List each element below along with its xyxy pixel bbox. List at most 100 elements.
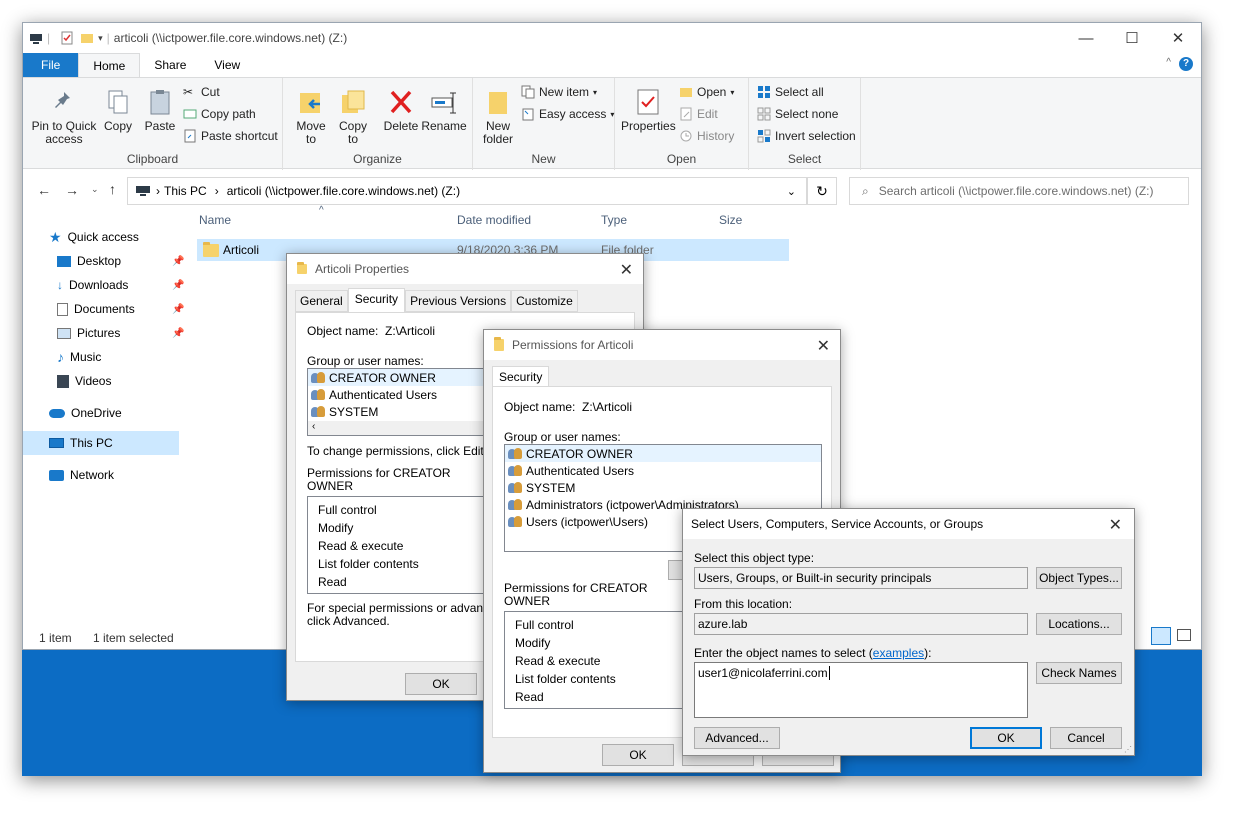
select-none-icon	[757, 107, 771, 121]
back-arrow-icon[interactable]: ←	[37, 182, 51, 198]
list-item[interactable]: CREATOR OWNER	[505, 445, 821, 462]
pin-icon[interactable]: 📌	[172, 280, 184, 291]
large-icons-view-icon[interactable]	[1177, 629, 1191, 641]
this-pc-icon	[49, 438, 64, 448]
open-group-label: Open	[666, 152, 697, 166]
copy-path-button[interactable]: Copy path	[183, 107, 256, 121]
address-box[interactable]: › This PC › articoli (\\ictpower.file.co…	[127, 177, 807, 205]
pin-quick-access-button[interactable]: Pin to Quick access	[29, 88, 99, 146]
search-input[interactable]: ⌕ Search articoli (\\ictpower.file.core.…	[849, 177, 1189, 205]
tab-home[interactable]: Home	[78, 53, 141, 77]
nav-desktop[interactable]: Desktop 📌	[57, 251, 184, 271]
move-to-button[interactable]: Move to	[291, 88, 331, 146]
nav-network[interactable]: Network	[49, 465, 114, 485]
permissions-for-label: Permissions for CREATOR OWNER	[504, 581, 648, 608]
help-icon[interactable]: ?	[1179, 57, 1193, 71]
navigation-pane: ★ Quick access Desktop 📌 ↓ Downloads 📌 Docum…	[23, 213, 184, 613]
object-name-label: Object name:	[307, 324, 379, 338]
new-folder-icon[interactable]	[80, 31, 94, 45]
paste-shortcut-button[interactable]: Paste shortcut	[183, 129, 278, 143]
close-icon[interactable]: ✕	[817, 336, 830, 356]
list-item[interactable]: SYSTEM	[308, 403, 486, 420]
nav-documents[interactable]: Documents 📌	[57, 299, 184, 319]
list-item[interactable]: Authenticated Users	[308, 386, 486, 403]
easy-access-button[interactable]: Easy access ▾	[521, 107, 614, 121]
location-field: azure.lab	[694, 613, 1028, 635]
nav-pictures[interactable]: Pictures 📌	[57, 323, 184, 343]
history-button[interactable]: History	[679, 129, 734, 143]
properties-button[interactable]: Properties	[621, 88, 676, 133]
column-name[interactable]: Name	[199, 213, 231, 227]
nav-music[interactable]: ♪ Music	[57, 347, 101, 367]
tab-file[interactable]: File	[23, 53, 79, 77]
cancel-button[interactable]: Cancel	[1050, 727, 1122, 749]
nav-downloads[interactable]: ↓ Downloads 📌	[57, 275, 184, 295]
minimize-icon[interactable]: —	[1063, 23, 1109, 53]
horizontal-scrollbar[interactable]: ‹	[308, 421, 486, 435]
pin-icon[interactable]: 📌	[172, 304, 184, 315]
rename-button[interactable]: Rename	[421, 88, 467, 133]
forward-arrow-icon[interactable]: →	[65, 182, 79, 198]
tab-general[interactable]: General	[295, 290, 348, 312]
ok-button[interactable]: OK	[970, 727, 1042, 749]
examples-link[interactable]: examples	[873, 646, 924, 660]
column-size[interactable]: Size	[719, 213, 742, 227]
address-dropdown-icon[interactable]: ⌄	[787, 185, 796, 198]
copy-to-button[interactable]: Copy to	[333, 88, 373, 146]
new-folder-button[interactable]: New folder	[479, 88, 517, 146]
resize-grip-icon[interactable]: ⋰	[1124, 745, 1132, 754]
maximize-icon[interactable]: ☐	[1109, 23, 1155, 53]
enter-names-label: Enter the object names to select (exampl…	[694, 646, 932, 660]
ok-button[interactable]: OK	[602, 744, 674, 766]
ok-button[interactable]: OK	[405, 673, 477, 695]
list-item[interactable]: SYSTEM	[505, 479, 821, 496]
properties-icon[interactable]	[60, 31, 74, 45]
close-icon[interactable]: ✕	[620, 260, 633, 280]
check-names-button[interactable]: Check Names	[1036, 662, 1122, 684]
nav-quick-access[interactable]: ★ Quick access	[49, 227, 139, 247]
tab-security[interactable]: Security	[492, 366, 550, 387]
pictures-icon	[57, 327, 71, 339]
edit-button[interactable]: Edit	[679, 107, 718, 121]
nav-this-pc[interactable]: This PC	[49, 433, 113, 453]
list-item[interactable]: Authenticated Users	[505, 462, 821, 479]
qat-dropdown-icon[interactable]: ▾	[98, 33, 103, 44]
delete-button[interactable]: Delete	[381, 88, 421, 133]
invert-selection-button[interactable]: Invert selection	[757, 129, 856, 143]
tab-share[interactable]: Share	[140, 53, 200, 77]
advanced-button[interactable]: Advanced...	[694, 727, 780, 749]
tab-view[interactable]: View	[200, 53, 254, 77]
nav-onedrive[interactable]: OneDrive	[49, 403, 122, 423]
refresh-icon[interactable]: ↻	[807, 177, 837, 205]
paste-button[interactable]: Paste	[141, 88, 179, 133]
nav-videos[interactable]: Videos	[57, 371, 111, 391]
column-date-modified[interactable]: Date modified	[457, 213, 531, 227]
new-group-label: New	[531, 152, 556, 166]
tab-security[interactable]: Security	[347, 288, 406, 312]
details-view-icon[interactable]	[1151, 627, 1171, 645]
pin-icon[interactable]: 📌	[172, 328, 184, 339]
tab-previous-versions[interactable]: Previous Versions	[405, 290, 512, 312]
list-item[interactable]: CREATOR OWNER	[308, 369, 486, 386]
permission-row: Read	[515, 690, 544, 704]
tab-customize[interactable]: Customize	[511, 290, 578, 312]
select-all-button[interactable]: Select all	[757, 85, 824, 99]
new-item-icon	[521, 85, 535, 99]
cut-button[interactable]: ✂ Cut	[183, 85, 220, 99]
object-types-button[interactable]: Object Types...	[1036, 567, 1122, 589]
new-item-button[interactable]: New item ▾	[521, 85, 597, 99]
breadcrumb-location[interactable]: articoli (\\ictpower.file.core.windows.n…	[227, 184, 460, 198]
collapse-ribbon-icon[interactable]: ^	[1166, 57, 1171, 68]
close-icon[interactable]: ✕	[1109, 515, 1122, 535]
recent-locations-icon[interactable]: ⌄	[91, 184, 99, 195]
pin-icon[interactable]: 📌	[172, 256, 184, 267]
close-icon[interactable]: ✕	[1155, 23, 1201, 53]
open-button[interactable]: Open ▾	[679, 85, 734, 99]
breadcrumb-this-pc[interactable]: This PC	[164, 184, 207, 198]
column-type[interactable]: Type	[601, 213, 627, 227]
locations-button[interactable]: Locations...	[1036, 613, 1122, 635]
object-names-input[interactable]: user1@nicolaferrini.com	[694, 662, 1028, 718]
up-arrow-icon[interactable]: ↑	[109, 181, 116, 197]
copy-button[interactable]: Copy	[99, 88, 137, 133]
select-none-button[interactable]: Select none	[757, 107, 838, 121]
